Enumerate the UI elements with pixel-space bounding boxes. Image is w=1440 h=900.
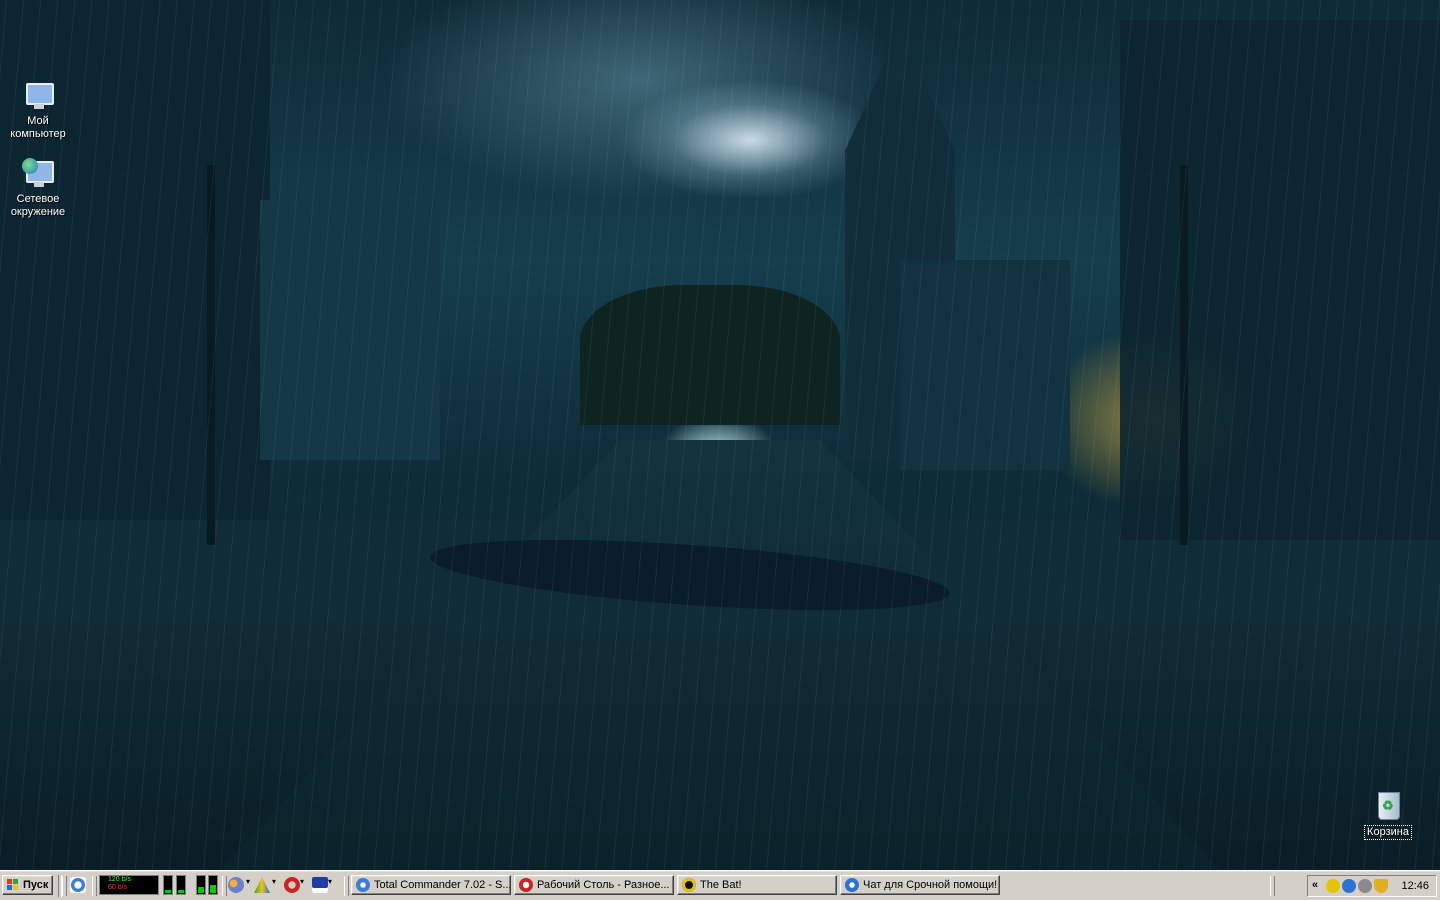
desktop-icon-label: Мой компьютер xyxy=(10,115,66,140)
toolbar-grip[interactable] xyxy=(222,876,227,896)
floppy-disk-icon[interactable] xyxy=(312,877,328,893)
network-places-icon xyxy=(22,158,54,190)
desktop-icon-network-places[interactable]: Сетевое окружение xyxy=(0,158,76,219)
start-button[interactable]: Пуск xyxy=(2,875,53,895)
network-monitor[interactable]: 120 b/s 60 b/s xyxy=(99,875,159,895)
task-label: The Bat! xyxy=(700,879,742,891)
clock[interactable]: 12:46 xyxy=(1401,880,1429,892)
task-button-total-commander[interactable]: Total Commander 7.02 - S... xyxy=(351,875,511,895)
chevron-down-icon[interactable]: ▾ xyxy=(328,877,334,893)
task-button-chat[interactable]: Чат для Срочной помощи! xyxy=(840,875,1000,895)
memory-meter[interactable] xyxy=(208,875,218,895)
tray-expand-button[interactable]: « xyxy=(1312,879,1318,891)
network-icon[interactable] xyxy=(1342,879,1356,893)
system-tray: « 12:46 xyxy=(1307,875,1437,897)
recycle-bin-icon: ♻ xyxy=(1372,790,1404,822)
chevron-down-icon[interactable]: ▾ xyxy=(272,877,278,893)
toolbar-grip[interactable] xyxy=(92,876,97,896)
cpu-meter[interactable] xyxy=(163,875,173,895)
task-label: Чат для Срочной помощи! xyxy=(863,879,998,891)
start-label: Пуск xyxy=(23,879,49,891)
moon-icon[interactable] xyxy=(1326,879,1340,893)
my-computer-icon xyxy=(22,80,54,112)
task-button-opera[interactable]: Рабочий Столь - Разное... xyxy=(514,875,674,895)
cpu-meter[interactable] xyxy=(176,875,186,895)
windows-logo-icon xyxy=(7,879,19,891)
opera-icon xyxy=(519,878,533,892)
the-bat-icon xyxy=(682,878,696,892)
task-button-the-bat[interactable]: The Bat! xyxy=(677,875,837,895)
memory-meter[interactable] xyxy=(196,875,206,895)
chevron-down-icon[interactable]: ▾ xyxy=(246,877,252,893)
desktop-icon-label: Корзина xyxy=(1364,825,1412,840)
drive-icon[interactable] xyxy=(254,877,270,893)
chevron-down-icon[interactable]: ▾ xyxy=(300,877,306,893)
desktop-icon-my-computer[interactable]: Мой компьютер xyxy=(0,80,76,141)
desktop-icon-label: Сетевое окружение xyxy=(10,193,66,218)
show-desktop-icon[interactable] xyxy=(70,877,86,893)
taskbar: Пуск 120 b/s 60 b/s ▾ ▾ ▾ ▾ Total Comman… xyxy=(0,870,1440,900)
opera-icon[interactable] xyxy=(284,877,300,893)
sound-icon[interactable] xyxy=(1358,879,1372,893)
toolbar-grip[interactable] xyxy=(344,876,349,896)
shield-icon[interactable] xyxy=(1374,879,1388,893)
network-download-rate: 60 b/s xyxy=(108,884,128,891)
task-label: Total Commander 7.02 - S... xyxy=(374,879,511,891)
total-commander-icon xyxy=(356,878,370,892)
chat-icon xyxy=(845,878,859,892)
toolbar-grip[interactable] xyxy=(62,876,67,896)
desktop-wallpaper[interactable]: Мой компьютер Сетевое окружение ♻ Корзин… xyxy=(0,0,1440,870)
contacts-icon[interactable] xyxy=(228,877,244,893)
desktop-icon-recycle-bin[interactable]: ♻ Корзина xyxy=(1350,790,1426,840)
wallpaper-rain xyxy=(0,0,1440,870)
toolbar-grip[interactable] xyxy=(1270,876,1275,896)
task-label: Рабочий Столь - Разное... xyxy=(537,879,670,891)
network-upload-rate: 120 b/s xyxy=(108,876,131,883)
